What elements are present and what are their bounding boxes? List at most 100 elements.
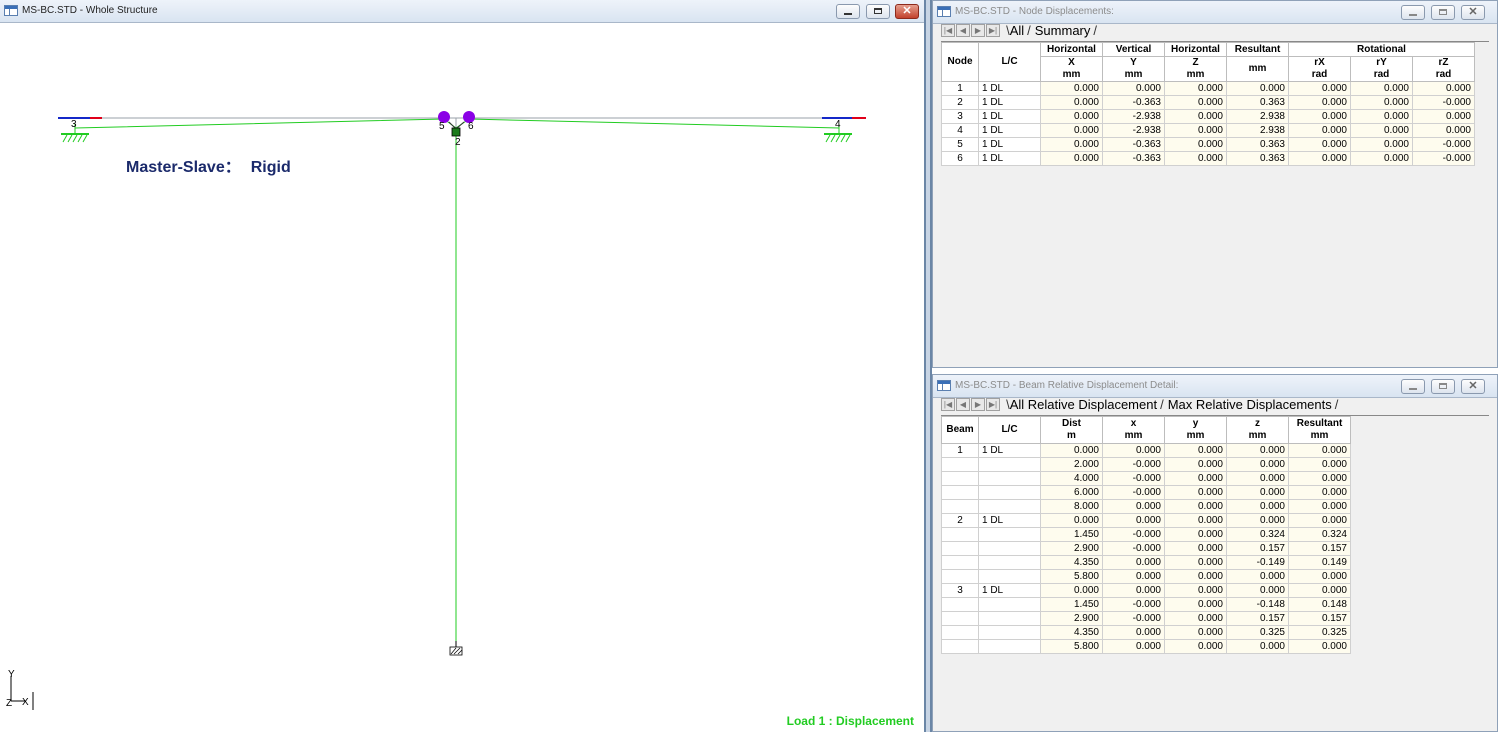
- table-row[interactable]: 1.450 -0.000 0.000 0.324 0.324: [941, 527, 1351, 542]
- load-case-cell: 1 DL: [978, 81, 1041, 96]
- value-cell: 4.350: [1040, 625, 1103, 640]
- value-cell: 4.350: [1040, 555, 1103, 570]
- value-cell: 0.000: [1226, 583, 1289, 598]
- first-tab-icon[interactable]: |◀: [941, 24, 955, 37]
- table-row[interactable]: 51 DL 0.000 -0.363 0.000 0.363 0.000 0.000 -0.0…: [941, 137, 1475, 152]
- next-tab-icon[interactable]: ▶: [971, 398, 985, 411]
- minimize-icon: [1402, 380, 1424, 393]
- load-case-cell: [978, 597, 1041, 612]
- beam-id-cell: [941, 527, 979, 542]
- node-id-cell: 2: [941, 95, 979, 110]
- load-case-cell: 1 DL: [978, 123, 1041, 138]
- table-row[interactable]: 11 DL 0.000 0.000 0.000 0.000 0.000 0.000 0.000: [941, 81, 1475, 96]
- close-button[interactable]: ✕: [1461, 379, 1485, 394]
- value-cell: 0.000: [1040, 137, 1103, 152]
- next-tab-icon[interactable]: ▶: [971, 24, 985, 37]
- table-row[interactable]: 4.350 0.000 0.000 0.325 0.325: [941, 625, 1351, 640]
- value-cell: 0.363: [1226, 137, 1289, 152]
- beam-window-title: MS-BC.STD - Beam Relative Displacement D…: [955, 380, 1179, 391]
- prev-tab-icon[interactable]: ◀: [956, 24, 970, 37]
- group-header-resultant: Resultant: [1226, 42, 1289, 57]
- beam-grid-area[interactable]: Beam L/C Dist m x mm y mm z mm Resultant mm 1 1 DL 0.0…: [941, 415, 1489, 725]
- value-cell: -0.000: [1102, 485, 1165, 500]
- last-tab-icon[interactable]: ▶|: [986, 24, 1000, 37]
- table-row[interactable]: 31 DL 0.000 0.000 0.000 0.000 0.000: [941, 583, 1351, 598]
- structure-window-titlebar[interactable]: MS-BC.STD - Whole Structure ✕: [0, 0, 924, 23]
- minimize-button[interactable]: [1401, 5, 1425, 20]
- table-row[interactable]: 5.800 0.000 0.000 0.000 0.000: [941, 639, 1351, 654]
- minimize-button[interactable]: [836, 4, 860, 19]
- table-row[interactable]: 6.000 -0.000 0.000 0.000 0.000: [941, 485, 1351, 500]
- minimize-button[interactable]: [1401, 379, 1425, 394]
- value-cell: 0.000: [1226, 485, 1289, 500]
- column-unit: rad: [1311, 69, 1328, 80]
- tab-max-relative-displacements[interactable]: Max Relative Displacements: [1166, 398, 1341, 412]
- value-cell: 0.000: [1288, 513, 1351, 528]
- value-cell: -0.000: [1102, 457, 1165, 472]
- column-header: rZ rad: [1412, 56, 1475, 82]
- table-row[interactable]: 8.000 0.000 0.000 0.000 0.000: [941, 499, 1351, 514]
- close-icon: ✕: [902, 5, 912, 17]
- node-grid-area[interactable]: Node L/C Horizontal Vertical Horizontal R…: [941, 41, 1489, 361]
- table-row[interactable]: 5.800 0.000 0.000 0.000 0.000: [941, 569, 1351, 584]
- node-displacements-window[interactable]: MS-BC.STD - Node Displacements: ✕ |◀ ◀ ▶ ▶|…: [932, 0, 1498, 368]
- tab-all-relative-displacement[interactable]: All Relative Displacement: [1004, 398, 1166, 412]
- value-cell: 0.000: [1040, 151, 1103, 166]
- maximize-button[interactable]: [1431, 5, 1455, 20]
- value-cell: -0.000: [1412, 137, 1475, 152]
- maximize-button[interactable]: [1431, 379, 1455, 394]
- value-cell: 0.000: [1164, 639, 1227, 654]
- prev-tab-icon[interactable]: ◀: [956, 398, 970, 411]
- beam-id-cell: [941, 499, 979, 514]
- maximize-icon: [867, 5, 889, 18]
- column-header: Ymm: [1102, 56, 1165, 82]
- last-tab-icon[interactable]: ▶|: [986, 398, 1000, 411]
- table-row[interactable]: 4.350 0.000 0.000 -0.149 0.149: [941, 555, 1351, 570]
- tab-summary[interactable]: Summary: [1033, 24, 1099, 38]
- value-cell: 0.000: [1288, 485, 1351, 500]
- load-case-cell: [978, 625, 1041, 640]
- table-row[interactable]: 2.900 -0.000 0.000 0.157 0.157: [941, 541, 1351, 556]
- value-cell: 0.000: [1102, 513, 1165, 528]
- table-row[interactable]: 21 DL 0.000 0.000 0.000 0.000 0.000: [941, 513, 1351, 528]
- table-row[interactable]: 2.900 -0.000 0.000 0.157 0.157: [941, 611, 1351, 626]
- first-tab-icon[interactable]: |◀: [941, 398, 955, 411]
- maximize-button[interactable]: [866, 4, 890, 19]
- master-node-2[interactable]: [451, 127, 461, 137]
- tab-all[interactable]: All: [1004, 24, 1033, 38]
- table-row[interactable]: 31 DL 0.000 -2.938 0.000 2.938 0.000 0.000 0.00…: [941, 109, 1475, 124]
- value-cell: 0.000: [1288, 499, 1351, 514]
- table-row[interactable]: 61 DL 0.000 -0.363 0.000 0.363 0.000 0.000 -0.0…: [941, 151, 1475, 166]
- table-row[interactable]: 1.450 -0.000 0.000 -0.148 0.148: [941, 597, 1351, 612]
- beam-window-titlebar[interactable]: MS-BC.STD - Beam Relative Displacement D…: [933, 375, 1497, 398]
- value-cell: 0.000: [1164, 123, 1227, 138]
- window-splitter[interactable]: [924, 0, 932, 732]
- value-cell: 0.000: [1040, 81, 1103, 96]
- load-case-cell: [978, 457, 1041, 472]
- node-displacement-table: Node L/C Horizontal Vertical Horizontal R…: [941, 42, 1475, 166]
- node-window-titlebar[interactable]: MS-BC.STD - Node Displacements: ✕: [933, 1, 1497, 24]
- structure-window[interactable]: MS-BC.STD - Whole Structure ✕ 3 4 5 6 2 …: [0, 0, 924, 732]
- close-button[interactable]: ✕: [1461, 5, 1485, 20]
- table-row[interactable]: 21 DL 0.000 -0.363 0.000 0.363 0.000 0.000 -0.0…: [941, 95, 1475, 110]
- table-row[interactable]: 2.000 -0.000 0.000 0.000 0.000: [941, 457, 1351, 472]
- column-unit: mm: [1124, 69, 1143, 80]
- load-case-cell: [978, 471, 1041, 486]
- value-cell: 0.325: [1288, 625, 1351, 640]
- table-row[interactable]: 41 DL 0.000 -2.938 0.000 2.938 0.000 0.000 0.00…: [941, 123, 1475, 138]
- value-cell: -0.000: [1102, 597, 1165, 612]
- beam-id-cell: 2: [941, 513, 979, 528]
- structure-canvas[interactable]: 3 4 5 6 2: [0, 23, 924, 732]
- column-unit: rad: [1435, 69, 1452, 80]
- close-button[interactable]: ✕: [895, 4, 919, 19]
- table-row[interactable]: 11 DL 0.000 0.000 0.000 0.000 0.000: [941, 443, 1351, 458]
- value-cell: 0.000: [1226, 443, 1289, 458]
- value-cell: -0.000: [1412, 151, 1475, 166]
- table-row[interactable]: 4.000 -0.000 0.000 0.000 0.000: [941, 471, 1351, 486]
- value-cell: -0.363: [1102, 151, 1165, 166]
- column-unit: mm: [1062, 69, 1081, 80]
- value-cell: 0.000: [1164, 527, 1227, 542]
- beam-displacement-window[interactable]: MS-BC.STD - Beam Relative Displacement D…: [932, 374, 1498, 732]
- value-cell: 0.000: [1350, 137, 1413, 152]
- column-name: L/C: [1001, 424, 1018, 435]
